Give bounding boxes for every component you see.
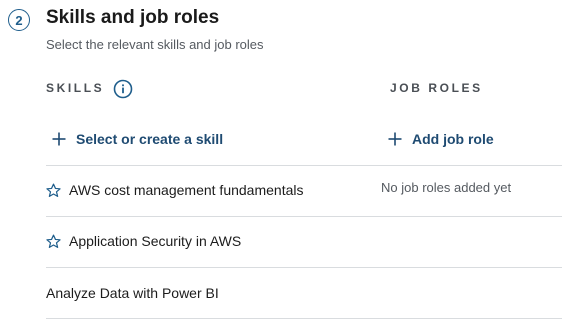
skills-column-header: SKILLS [46,81,105,95]
divider [46,216,562,217]
add-job-role-label: Add job role [412,131,494,147]
plus-icon [52,132,66,146]
info-icon[interactable] [113,79,133,99]
star-outline-icon[interactable] [46,234,61,249]
skill-label: AWS cost management fundamentals [69,182,304,198]
skill-list-item: Application Security in AWS [46,233,241,249]
section-title: Skills and job roles [46,7,220,28]
section-subtitle: Select the relevant skills and job roles [46,37,264,52]
plus-icon [388,132,402,146]
select-or-create-skill-button[interactable]: Select or create a skill [52,131,223,147]
skill-label: Application Security in AWS [69,233,242,249]
step-number-badge: 2 [8,9,30,31]
divider [46,318,562,319]
select-or-create-skill-label: Select or create a skill [76,131,224,147]
star-outline-icon[interactable] [46,183,61,198]
divider [46,267,562,268]
skill-label: Analyze Data with Power BI [46,285,219,301]
skill-list-item: Analyze Data with Power BI [46,285,219,301]
add-job-role-button[interactable]: Add job role [388,131,494,147]
skill-list-item: AWS cost management fundamentals [46,182,304,198]
job-roles-empty-state: No job roles added yet [381,180,512,195]
job-roles-column-header: JOB ROLES [390,81,483,95]
divider [46,165,562,166]
